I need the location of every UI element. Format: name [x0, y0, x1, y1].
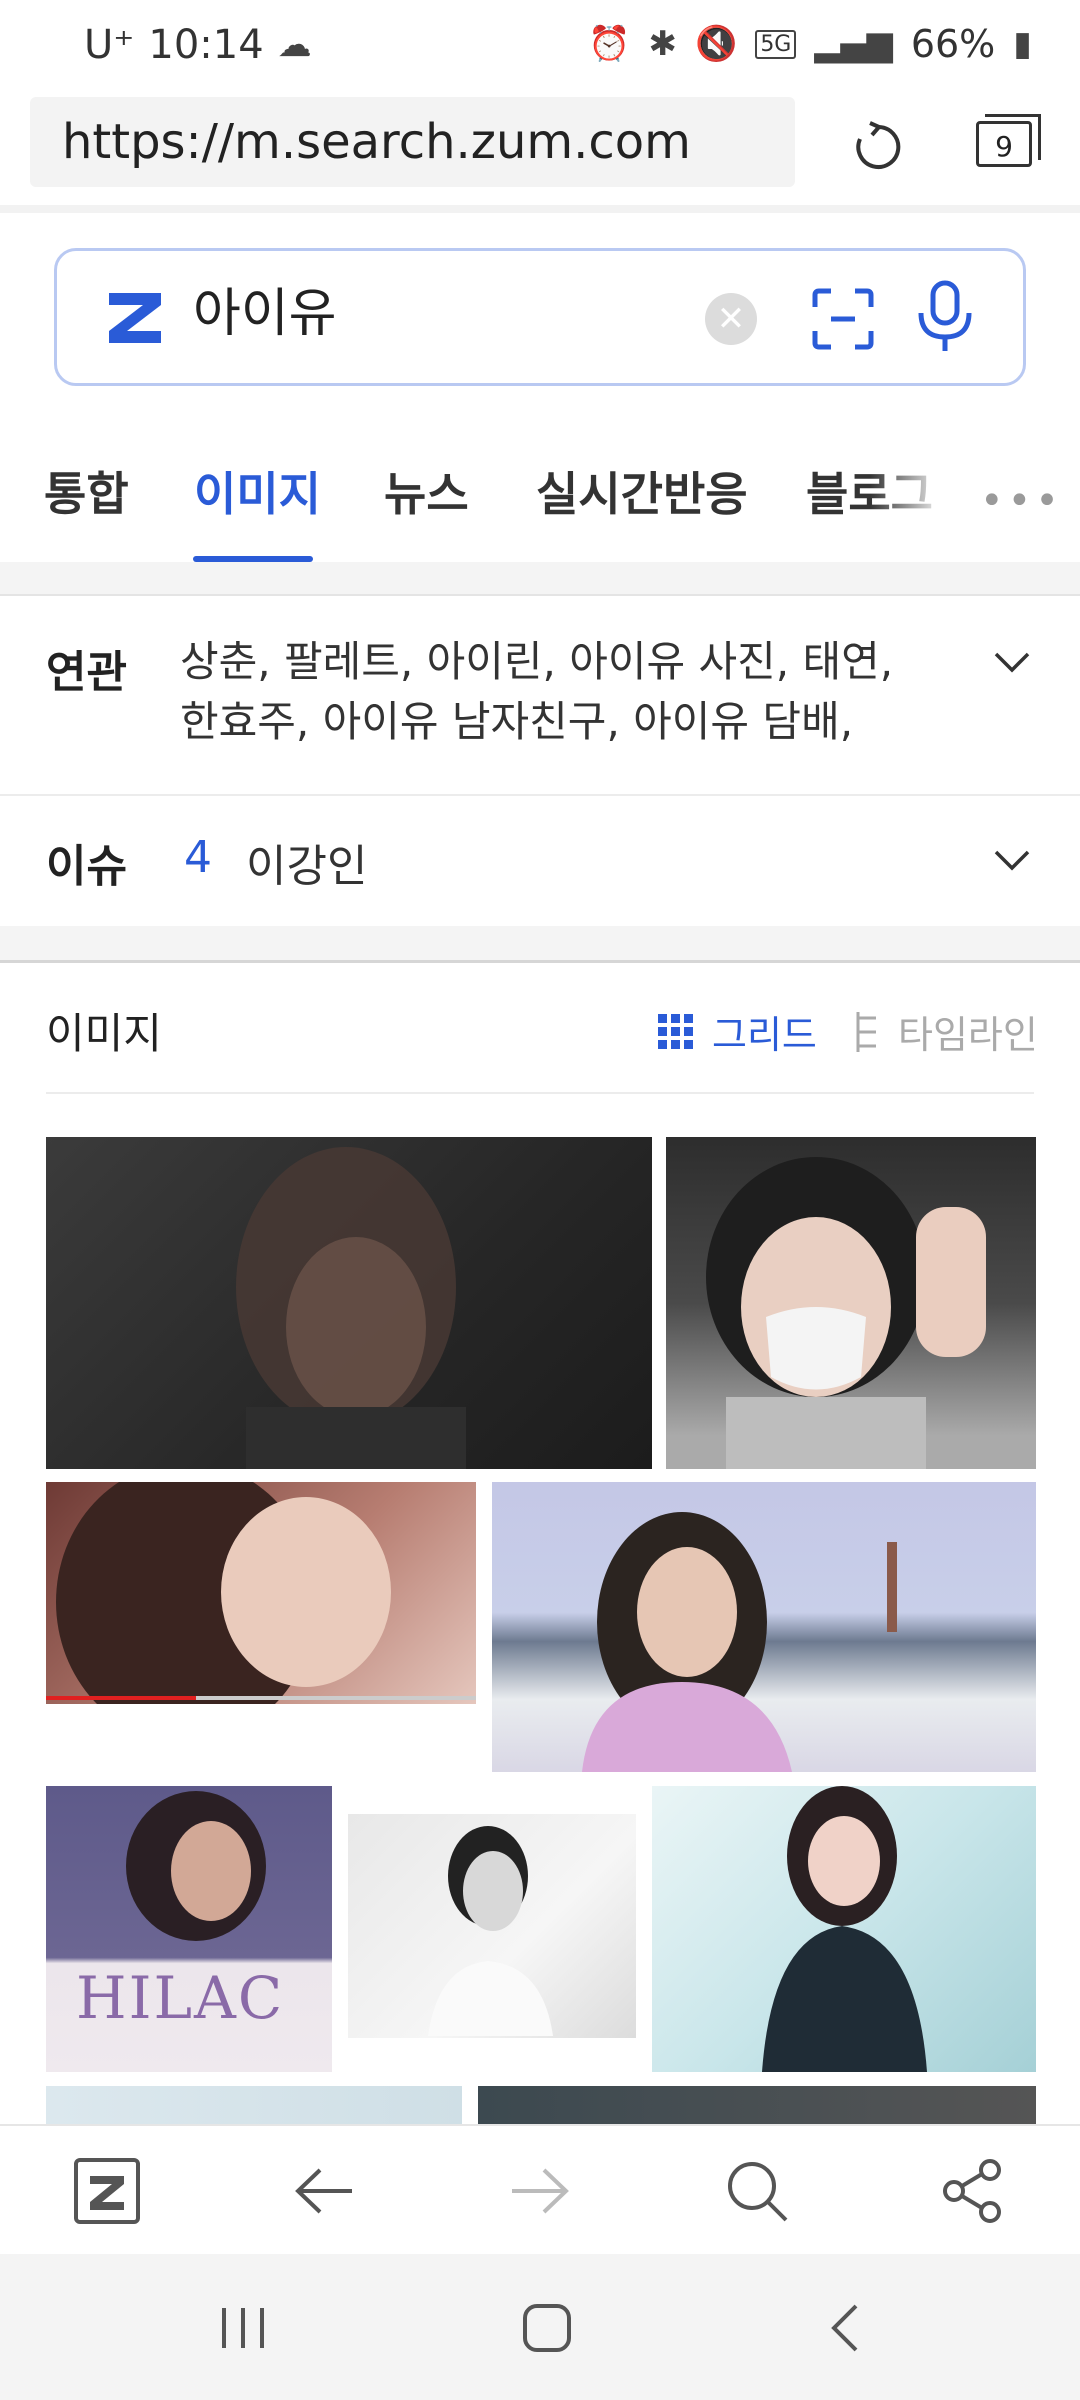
chevron-down-icon[interactable]	[992, 642, 1032, 682]
timeline-view-button[interactable]: 타임라인	[852, 1004, 1038, 1059]
related-keywords: 연관 상춘, 팔레트, 아이린, 아이유 사진, 태연, 한효주, 아이유 남자…	[0, 594, 1080, 794]
share-icon[interactable]	[938, 2156, 1008, 2226]
images-header-divider	[46, 1092, 1034, 1094]
recent-apps-icon[interactable]	[208, 2298, 278, 2358]
tab-images[interactable]: 이미지	[194, 458, 321, 524]
image-thumbnail[interactable]	[666, 1137, 1036, 1469]
grid-icon	[658, 1013, 693, 1049]
back-arrow-icon[interactable]	[290, 2156, 360, 2226]
reload-icon[interactable]	[848, 117, 908, 177]
tabs-fade	[870, 440, 980, 540]
status-left: U⁺ 10:14 ☁	[84, 22, 312, 68]
section-divider	[0, 562, 1080, 596]
search-input[interactable]: 아이유	[193, 279, 337, 349]
portrait-photo	[762, 1786, 927, 2072]
alarm-icon: ⏰	[588, 24, 631, 64]
clock: 10:14	[148, 22, 264, 68]
issue-row[interactable]: 이슈 4 이강인	[0, 796, 1080, 926]
image-thumbnail[interactable]	[46, 1137, 652, 1469]
search-tabs: 통합 이미지 뉴스 실시간반응 블로그 •••	[0, 440, 1080, 562]
tab-realtime[interactable]: 실시간반응	[536, 458, 748, 524]
issue-keyword[interactable]: 이강인	[246, 830, 367, 894]
images-section-title: 이미지	[46, 1009, 162, 1058]
timeline-label: 타임라인	[898, 1013, 1038, 1057]
image-thumbnail[interactable]	[652, 1786, 1036, 2072]
issue-rank: 4	[184, 832, 212, 883]
related-label: 연관	[46, 647, 127, 698]
bluetooth-icon: ✱	[648, 24, 677, 64]
related-line-1[interactable]: 상춘, 팔레트, 아이린, 아이유 사진, 태연,	[180, 632, 940, 692]
image-thumbnail[interactable]: HILAC	[46, 1786, 332, 2072]
clear-search-button[interactable]: ✕	[705, 293, 757, 345]
mute-icon: 🔇	[694, 24, 738, 64]
image-thumbnail[interactable]	[478, 2086, 1036, 2126]
timeline-icon	[856, 1011, 876, 1052]
issue-label: 이슈	[46, 841, 127, 892]
related-line-2[interactable]: 한효주, 아이유 남자친구, 아이유 담배,	[180, 692, 940, 752]
system-nav-bar	[0, 2254, 1080, 2400]
chevron-down-icon[interactable]	[992, 840, 1032, 880]
more-tabs-icon[interactable]: •••	[980, 478, 1063, 524]
url-field[interactable]: https://m.search.zum.com	[30, 97, 795, 187]
forward-arrow-icon[interactable]	[504, 2156, 574, 2226]
scan-icon[interactable]	[811, 287, 875, 351]
network-type: 5G	[755, 29, 797, 59]
video-caption-area	[46, 1704, 476, 1772]
tab-news[interactable]: 뉴스	[384, 458, 469, 524]
portrait-photo	[236, 1147, 466, 1469]
zum-logo-icon[interactable]	[103, 285, 167, 349]
video-progress-fill	[46, 1696, 196, 1700]
tab-integrated[interactable]: 통합	[44, 458, 129, 524]
album-title-text: HILAC	[76, 1964, 285, 2032]
grid-label: 그리드	[712, 1013, 817, 1057]
carrier-label: U⁺	[84, 22, 135, 68]
beach-photo	[582, 1512, 897, 1772]
search-icon[interactable]	[722, 2156, 792, 2226]
portrait-photo	[428, 1826, 553, 2036]
signal-icon: ▂▄▆	[814, 24, 893, 64]
image-thumbnail[interactable]	[46, 2086, 462, 2126]
image-thumbnail[interactable]	[348, 1786, 636, 2072]
battery-percent: 66%	[910, 22, 996, 66]
back-icon[interactable]	[812, 2298, 882, 2358]
image-thumbnail[interactable]	[46, 1482, 476, 1772]
tabs-button[interactable]: 9	[976, 114, 1041, 167]
image-thumbnail[interactable]	[492, 1482, 1036, 1772]
grid-view-button[interactable]: 그리드	[656, 1004, 817, 1059]
home-icon[interactable]	[512, 2298, 582, 2358]
section-divider	[0, 926, 1080, 963]
status-right: ⏰ ✱ 🔇 5G ▂▄▆ 66% ▮	[588, 22, 1032, 66]
status-bar: U⁺ 10:14 ☁ ⏰ ✱ 🔇 5G ▂▄▆ 66% ▮	[0, 0, 1080, 95]
browser-url-bar: https://m.search.zum.com 9	[0, 95, 1080, 205]
microphone-icon[interactable]	[913, 279, 977, 355]
battery-icon: ▮	[1013, 24, 1032, 64]
header-divider	[0, 205, 1080, 213]
zum-home-icon[interactable]	[72, 2156, 142, 2226]
portrait-photo	[706, 1157, 986, 1469]
cloud-icon: ☁	[277, 25, 312, 65]
browser-toolbar	[0, 2124, 1080, 2256]
related-list: 상춘, 팔레트, 아이린, 아이유 사진, 태연, 한효주, 아이유 남자친구,…	[180, 632, 940, 752]
search-box[interactable]: 아이유 ✕	[54, 248, 1026, 386]
